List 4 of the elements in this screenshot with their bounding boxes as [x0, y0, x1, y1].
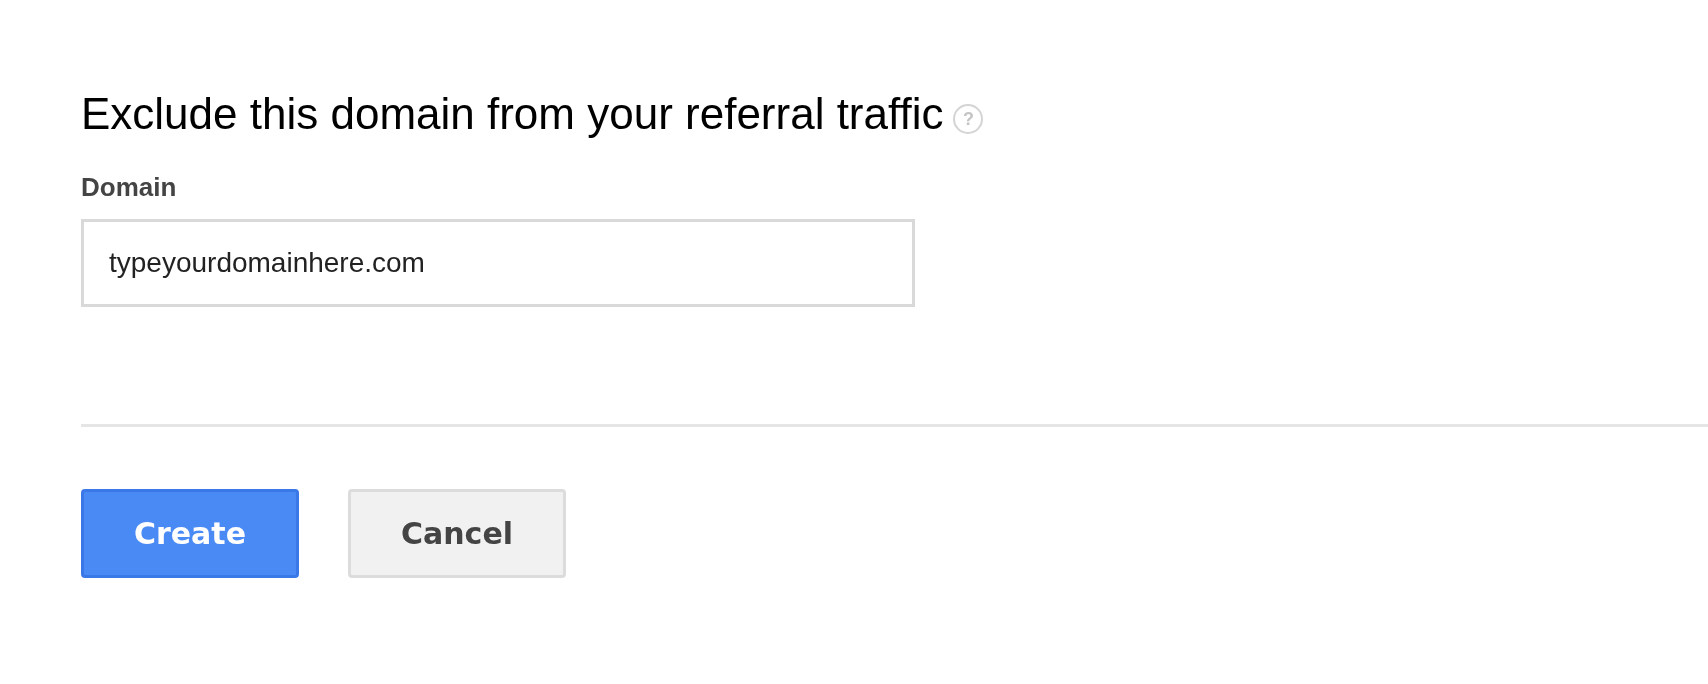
- page-title: Exclude this domain from your referral traffic: [81, 88, 944, 140]
- cancel-button[interactable]: Cancel: [348, 489, 566, 578]
- field-label: Domain: [81, 171, 178, 204]
- domain-field[interactable]: typeyourdomainhere.com: [81, 219, 915, 307]
